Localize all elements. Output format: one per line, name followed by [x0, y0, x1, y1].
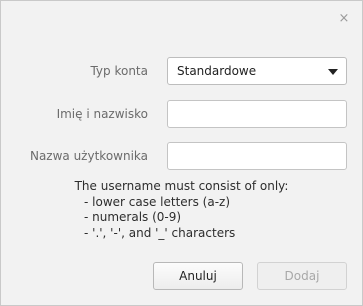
cancel-button[interactable]: Anuluj [153, 262, 243, 290]
username-rule-item: - '.', '-', and '_' characters [84, 225, 236, 240]
dropdown-arrow-icon [328, 69, 338, 75]
account-type-value: Standardowe [177, 64, 257, 78]
add-user-button[interactable]: Dodaj [257, 262, 347, 290]
full-name-field[interactable] [167, 100, 347, 128]
full-name-label: Imię i nazwisko [56, 107, 148, 121]
username-rules-list: - lower case letters (a-z) - numerals (0… [1, 195, 362, 242]
add-user-dialog: × Typ konta Standardowe Imię i nazwisko … [0, 0, 363, 306]
dialog-titlebar: × [1, 1, 362, 37]
username-rule-item: - numerals (0-9) [84, 210, 182, 224]
username-rules-title: The username must consist of only: [74, 179, 289, 193]
account-type-label: Typ konta [90, 64, 148, 78]
username-label: Nazwa użytkownika [29, 149, 148, 163]
username-rule-item: - lower case letters (a-z) [84, 194, 231, 209]
close-icon[interactable]: × [336, 11, 352, 27]
account-type-select[interactable]: Standardowe [167, 57, 347, 85]
username-field[interactable] [167, 142, 347, 170]
username-rules-hint: The username must consist of only: - low… [1, 179, 362, 241]
